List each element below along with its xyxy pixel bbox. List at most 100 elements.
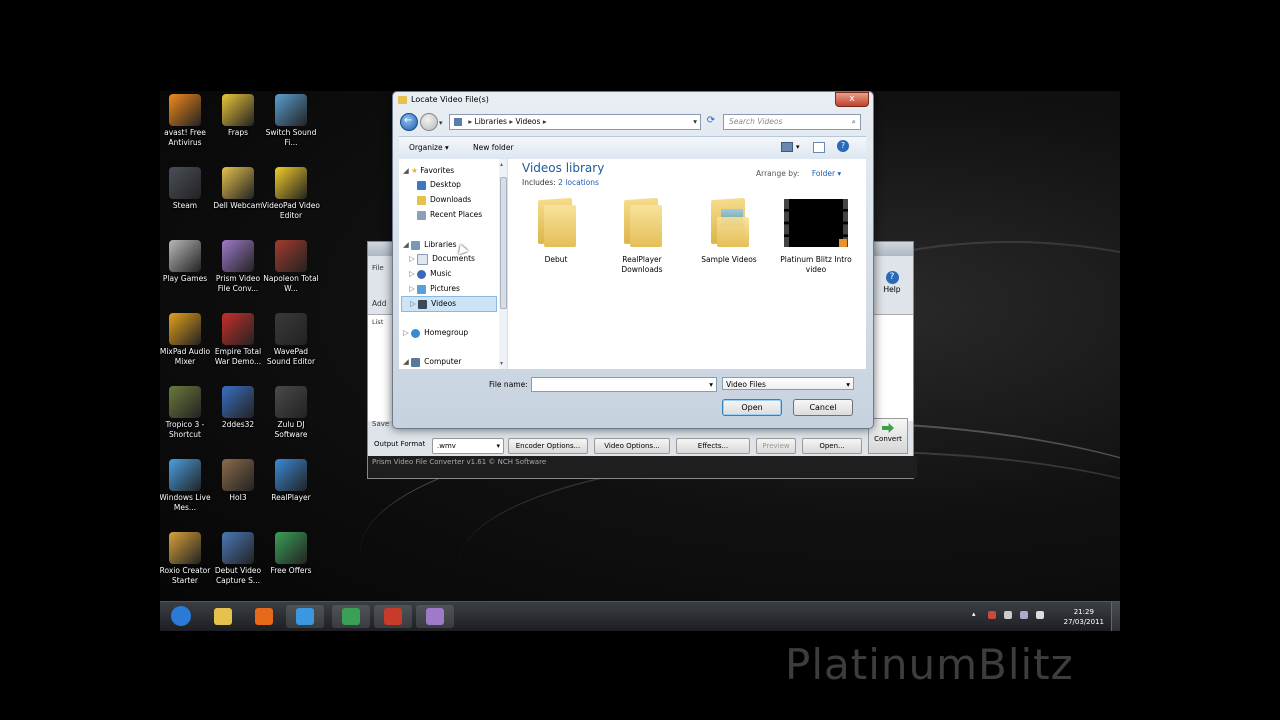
cancel-button[interactable]: Cancel: [793, 399, 853, 416]
taskbar-live-messenger[interactable]: [332, 605, 370, 628]
help-icon[interactable]: ?: [837, 140, 849, 152]
view-options-icon[interactable]: [781, 142, 793, 152]
nav-documents[interactable]: ▷ Documents: [409, 252, 475, 266]
library-icon: [454, 118, 462, 126]
desktop-icon-label: Prism Video File Conv...: [215, 274, 261, 293]
desktop-icon-12[interactable]: Tropico 3 - Shortcut: [160, 386, 214, 440]
navigation-pane: ◢ ★ Favorites Desktop Downloads Recent P…: [399, 159, 508, 369]
breadcrumb-videos[interactable]: Videos: [516, 117, 541, 126]
collapsed-icon: ▷: [410, 299, 419, 308]
arrange-by-label: Arrange by:: [756, 169, 800, 178]
chevron-down-icon[interactable]: ▾: [796, 143, 800, 151]
desktop-icon-4[interactable]: Dell Webcam: [209, 167, 267, 211]
show-desktop-button[interactable]: [1111, 602, 1120, 631]
desktop-icon-18[interactable]: Roxio Creator Starter: [160, 532, 214, 586]
organize-label: Organize: [409, 143, 443, 152]
nav-homegroup[interactable]: ▷ Homegroup: [403, 326, 468, 340]
recent-locations-icon[interactable]: ▾: [439, 119, 443, 127]
output-format-select[interactable]: .wmv ▾: [432, 438, 504, 454]
desktop-icon-6[interactable]: Play Games: [160, 240, 214, 284]
nav-desktop[interactable]: Desktop: [417, 178, 461, 192]
folder-debut[interactable]: Debut: [516, 197, 596, 265]
desktop-icon-20[interactable]: Free Offers: [262, 532, 320, 576]
action-center-icon[interactable]: [988, 611, 996, 619]
convert-arrow-icon: [882, 423, 894, 433]
desktop-icon-2[interactable]: Switch Sound Fi...: [262, 94, 320, 148]
encoder-options-button[interactable]: Encoder Options...: [508, 438, 588, 454]
desktop-icon-8[interactable]: Napoleon Total W...: [262, 240, 320, 294]
folder-realplayer-downloads[interactable]: RealPlayer Downloads: [602, 197, 682, 275]
address-bar[interactable]: ▸ Libraries ▸ Videos ▸ ▾: [449, 114, 701, 130]
network-icon[interactable]: [1020, 611, 1028, 619]
open-button[interactable]: Open...: [802, 438, 862, 454]
refresh-icon[interactable]: ⟳: [704, 114, 718, 128]
desktop-icon-7[interactable]: Prism Video File Conv...: [209, 240, 267, 294]
nav-pictures[interactable]: ▷ Pictures: [409, 282, 460, 296]
desktop-icon-19[interactable]: Debut Video Capture S...: [209, 532, 267, 586]
scroll-up-icon[interactable]: ▴: [500, 161, 503, 168]
device-icon[interactable]: [1004, 611, 1012, 619]
search-input[interactable]: Search Videos ⌕: [723, 114, 861, 130]
effects-button[interactable]: Effects...: [676, 438, 750, 454]
desktop-icon-5[interactable]: VideoPad Video Editor: [262, 167, 320, 221]
nav-videos[interactable]: ▷ Videos: [401, 296, 497, 312]
open-dialog-button[interactable]: Open: [722, 399, 782, 416]
forward-button[interactable]: [420, 113, 438, 131]
taskbar-media-player[interactable]: [245, 605, 283, 628]
file-platinum-blitz-intro[interactable]: Platinum Blitz Intro video: [776, 199, 856, 275]
breadcrumb-sep-icon: ▸: [542, 117, 547, 126]
back-button[interactable]: ←: [400, 113, 418, 131]
desktop-icon-10[interactable]: Empire Total War Demo...: [209, 313, 267, 367]
collapsed-icon: ▷: [403, 328, 412, 337]
desktop-icon-13[interactable]: 2ddes32: [209, 386, 267, 430]
nav-libraries[interactable]: ◢ Libraries: [403, 238, 457, 252]
folder-sample-videos[interactable]: Sample Videos: [689, 197, 769, 265]
desktop-icon-14[interactable]: Zulu DJ Software: [262, 386, 320, 440]
preview-pane-icon[interactable]: [813, 142, 825, 153]
nav-downloads[interactable]: Downloads: [417, 193, 471, 207]
nav-computer[interactable]: ◢ Computer: [403, 355, 461, 369]
tray-expand-icon[interactable]: ▴: [972, 610, 976, 618]
nav-computer-label: Computer: [424, 357, 462, 366]
nav-music[interactable]: ▷ Music: [409, 267, 452, 281]
convert-button[interactable]: Convert: [868, 418, 908, 454]
desktop-icon-17[interactable]: RealPlayer: [262, 459, 320, 503]
breadcrumb-libraries[interactable]: Libraries: [475, 117, 507, 126]
nav-scrollbar[interactable]: ▴ ▾: [499, 159, 507, 369]
taskbar-app-red[interactable]: [374, 605, 412, 628]
taskbar-prism-converter[interactable]: [416, 605, 454, 628]
app-icon: [169, 386, 201, 418]
close-button[interactable]: x: [835, 92, 869, 107]
desktop-icon-1[interactable]: Fraps: [209, 94, 267, 138]
file-name-input[interactable]: ▾: [531, 377, 717, 392]
file-type-select[interactable]: Video Files ▾: [722, 377, 854, 390]
video-options-button[interactable]: Video Options...: [594, 438, 670, 454]
menu-file-partial[interactable]: File: [372, 264, 384, 272]
arrange-by-dropdown[interactable]: Folder ▾: [812, 169, 841, 178]
desktop-icon-0[interactable]: avast! Free Antivirus: [160, 94, 214, 148]
desktop-icon-16[interactable]: HoI3: [209, 459, 267, 503]
desktop-icon-label: Play Games: [162, 274, 208, 283]
includes-link[interactable]: 2 locations: [558, 178, 599, 187]
nav-scroll-thumb[interactable]: [500, 177, 507, 309]
desktop-icon-11[interactable]: WavePad Sound Editor: [262, 313, 320, 367]
nav-recent-places[interactable]: Recent Places: [417, 208, 482, 222]
taskbar-start-orb[interactable]: [162, 605, 200, 628]
volume-icon[interactable]: [1036, 611, 1044, 619]
taskbar-explorer[interactable]: [204, 605, 242, 628]
system-clock[interactable]: 21:29 27/03/2011: [1064, 607, 1104, 627]
desktop-icon-9[interactable]: MixPad Audio Mixer: [160, 313, 214, 367]
nav-favorites[interactable]: ◢ ★ Favorites: [403, 164, 454, 178]
add-button-partial[interactable]: Add: [372, 299, 387, 308]
chevron-down-icon[interactable]: ▾: [709, 378, 713, 391]
taskbar-internet-explorer[interactable]: [286, 605, 324, 628]
desktop-icon-3[interactable]: Steam: [160, 167, 214, 211]
desktop-icon-15[interactable]: Windows Live Mes...: [160, 459, 214, 513]
preview-button[interactable]: Preview: [756, 438, 796, 454]
new-folder-button[interactable]: New folder: [473, 143, 514, 152]
address-dropdown-icon[interactable]: ▾: [693, 115, 697, 129]
scroll-down-icon[interactable]: ▾: [500, 360, 503, 367]
help-button[interactable]: ? Help: [874, 268, 910, 304]
desktop-icon-label: MixPad Audio Mixer: [160, 347, 211, 366]
organize-button[interactable]: Organize ▾: [409, 143, 449, 152]
